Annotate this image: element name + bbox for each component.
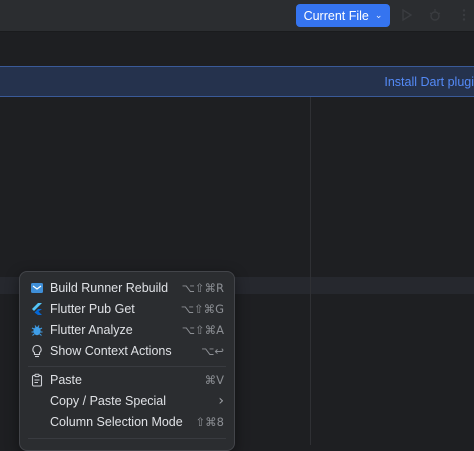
- chevron-down-icon: ⌄: [374, 10, 383, 20]
- menu-item-label: Copy / Paste Special: [50, 393, 167, 408]
- menu-item-label: Flutter Pub Get: [50, 301, 135, 316]
- menu-item-shortcut: ⌥↩: [201, 343, 224, 358]
- tab-strip: [0, 32, 474, 66]
- menu-item-flutter-analyze[interactable]: Flutter Analyze ⌥⇧⌘A: [26, 319, 228, 340]
- menu-item-shortcut: ⌘V: [204, 372, 224, 387]
- menu-item-label: Paste: [50, 372, 82, 387]
- bug-icon: [30, 323, 44, 337]
- run-icon[interactable]: [398, 7, 414, 23]
- menu-item-label: Show Context Actions: [50, 343, 172, 358]
- install-dart-plugin-link[interactable]: Install Dart plugi: [384, 75, 474, 89]
- menu-item-paste[interactable]: Paste ⌘V: [26, 369, 228, 390]
- plugin-notification-banner: Install Dart plugi: [0, 66, 474, 97]
- editor-context-menu: Build Runner Rebuild ⌥⇧⌘R Flutter Pub Ge…: [19, 271, 235, 451]
- menu-separator: [28, 438, 226, 439]
- menu-item-label: Build Runner Rebuild: [50, 280, 169, 295]
- menu-item-shortcut: ⇧⌘8: [195, 414, 224, 429]
- clipboard-icon: [30, 373, 44, 387]
- menu-item-column-selection-mode[interactable]: Column Selection Mode ⇧⌘8: [26, 411, 228, 432]
- menu-item-label: Flutter Analyze: [50, 322, 133, 337]
- menu-item-label: Column Selection Mode: [50, 414, 183, 429]
- more-icon[interactable]: [456, 7, 472, 23]
- menu-item-flutter-pub-get[interactable]: Flutter Pub Get ⌥⇧⌘G: [26, 298, 228, 319]
- menu-item-shortcut: ⌥⇧⌘R: [181, 280, 224, 295]
- menu-item-build-runner-rebuild[interactable]: Build Runner Rebuild ⌥⇧⌘R: [26, 277, 228, 298]
- menu-item-show-context-actions[interactable]: Show Context Actions ⌥↩: [26, 340, 228, 361]
- title-bar: Current File ⌄: [0, 0, 474, 32]
- flutter-icon: [30, 302, 44, 316]
- run-configuration-label: Current File: [303, 8, 369, 23]
- submenu-arrow-icon: ›: [218, 392, 224, 409]
- run-configuration-dropdown[interactable]: Current File ⌄: [296, 4, 390, 27]
- menu-separator: [28, 366, 226, 367]
- build-runner-icon: [30, 281, 44, 295]
- menu-item-shortcut: ⌥⇧⌘G: [180, 301, 224, 316]
- right-margin-guide: [310, 97, 311, 445]
- lightbulb-icon: [30, 344, 44, 358]
- menu-item-copy-paste-special[interactable]: Copy / Paste Special ›: [26, 390, 228, 411]
- menu-item-shortcut: ⌥⇧⌘A: [181, 322, 224, 337]
- debug-icon[interactable]: [427, 7, 443, 23]
